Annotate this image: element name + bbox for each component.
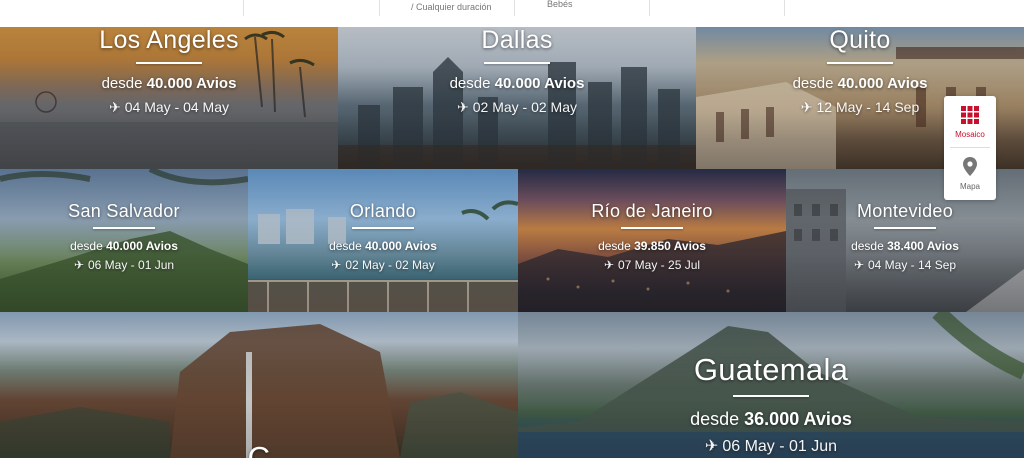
map-label: Mapa xyxy=(959,182,980,191)
title-underline xyxy=(93,227,155,229)
destination-price: desde 36.000 Avios xyxy=(690,409,852,429)
filter-divider xyxy=(243,0,244,16)
destination-city: San Salvador xyxy=(68,201,180,221)
destination-city: Dallas xyxy=(481,27,553,54)
title-underline xyxy=(484,62,550,64)
title-underline xyxy=(827,62,893,64)
plane-icon: ✈ xyxy=(109,99,121,115)
destination-city: Orlando xyxy=(349,201,417,221)
destination-tile-partial[interactable]: C xyxy=(0,312,518,458)
plane-icon: ✈ xyxy=(800,99,813,115)
title-underline xyxy=(733,395,809,397)
babies-filter-label[interactable]: Bebés xyxy=(547,0,573,9)
destination-dates: ✈ 06 May - 01 Jun xyxy=(704,437,838,455)
destination-dates: ✈ 04 May - 04 May xyxy=(109,99,229,115)
mosaic-view-button[interactable]: Mosaico xyxy=(944,96,996,148)
destination-tile-orlando[interactable]: Orlando desde 40.000 Avios ✈ 02 May - 02 … xyxy=(248,169,518,312)
filter-divider xyxy=(649,0,650,16)
filter-divider xyxy=(379,0,380,16)
destination-dates: ✈ 02 May - 02 May xyxy=(331,258,435,273)
destination-dates: ✈ 07 May - 25 Jul xyxy=(603,258,701,273)
view-toggle: Mosaico Mapa xyxy=(944,96,996,200)
destination-price: desde 39.850 Avios xyxy=(598,239,706,253)
plane-icon: ✈ xyxy=(704,437,719,455)
grid-icon xyxy=(961,106,979,124)
destination-price: desde 40.000 Avios xyxy=(792,75,928,92)
destination-dates: ✈ 06 May - 01 Jun xyxy=(73,258,175,273)
destination-tile-dallas[interactable]: Dallas desde 40.000 Avios ✈ 02 May - 02 M… xyxy=(338,27,696,169)
destination-city: Montevideo xyxy=(856,201,954,221)
duration-filter-hint[interactable]: / Cualquier duración xyxy=(411,2,492,12)
destination-city: C xyxy=(247,440,271,458)
destination-price: desde 40.000 Avios xyxy=(101,75,237,92)
title-underline xyxy=(136,62,202,64)
destination-dates: ✈ 02 May - 02 May xyxy=(457,99,577,115)
destination-tile-guatemala[interactable]: Guatemala desde 36.000 Avios ✈ 06 May - 0… xyxy=(518,312,1024,458)
filter-divider xyxy=(514,0,515,16)
plane-icon: ✈ xyxy=(603,258,614,273)
plane-icon: ✈ xyxy=(73,258,84,273)
map-view-button[interactable]: Mapa xyxy=(944,148,996,200)
plane-icon: ✈ xyxy=(853,258,864,273)
destination-price: desde 38.400 Avios xyxy=(851,239,959,253)
destination-city: Los Angeles xyxy=(99,27,239,54)
title-underline xyxy=(621,227,683,229)
filter-bar: / Cualquier duración Bebés xyxy=(0,0,1024,27)
title-underline xyxy=(352,227,414,229)
destination-tile-los-angeles[interactable]: Los Angeles desde 40.000 Avios ✈ 04 May -… xyxy=(0,27,338,169)
filter-divider xyxy=(784,0,785,16)
title-underline xyxy=(874,227,936,229)
plane-icon: ✈ xyxy=(457,99,469,115)
map-pin-icon xyxy=(963,157,977,176)
destination-tile-san-salvador[interactable]: San Salvador desde 40.000 Avios ✈ 06 May … xyxy=(0,169,248,312)
plane-icon: ✈ xyxy=(331,258,342,273)
destination-price: desde 40.000 Avios xyxy=(70,239,178,253)
destination-price: desde 40.000 Avios xyxy=(329,239,437,253)
destination-tile-rio-de-janeiro[interactable]: Río de Janeiro desde 39.850 Avios ✈ 07 Ma… xyxy=(518,169,786,312)
destination-city: Río de Janeiro xyxy=(591,201,713,221)
destination-city: Quito xyxy=(829,27,891,54)
destination-price: desde 40.000 Avios xyxy=(449,75,585,92)
destination-dates: ✈ 04 May - 14 Sep xyxy=(853,258,957,273)
destination-city: Guatemala xyxy=(693,352,849,387)
mosaic-label: Mosaico xyxy=(955,130,985,139)
